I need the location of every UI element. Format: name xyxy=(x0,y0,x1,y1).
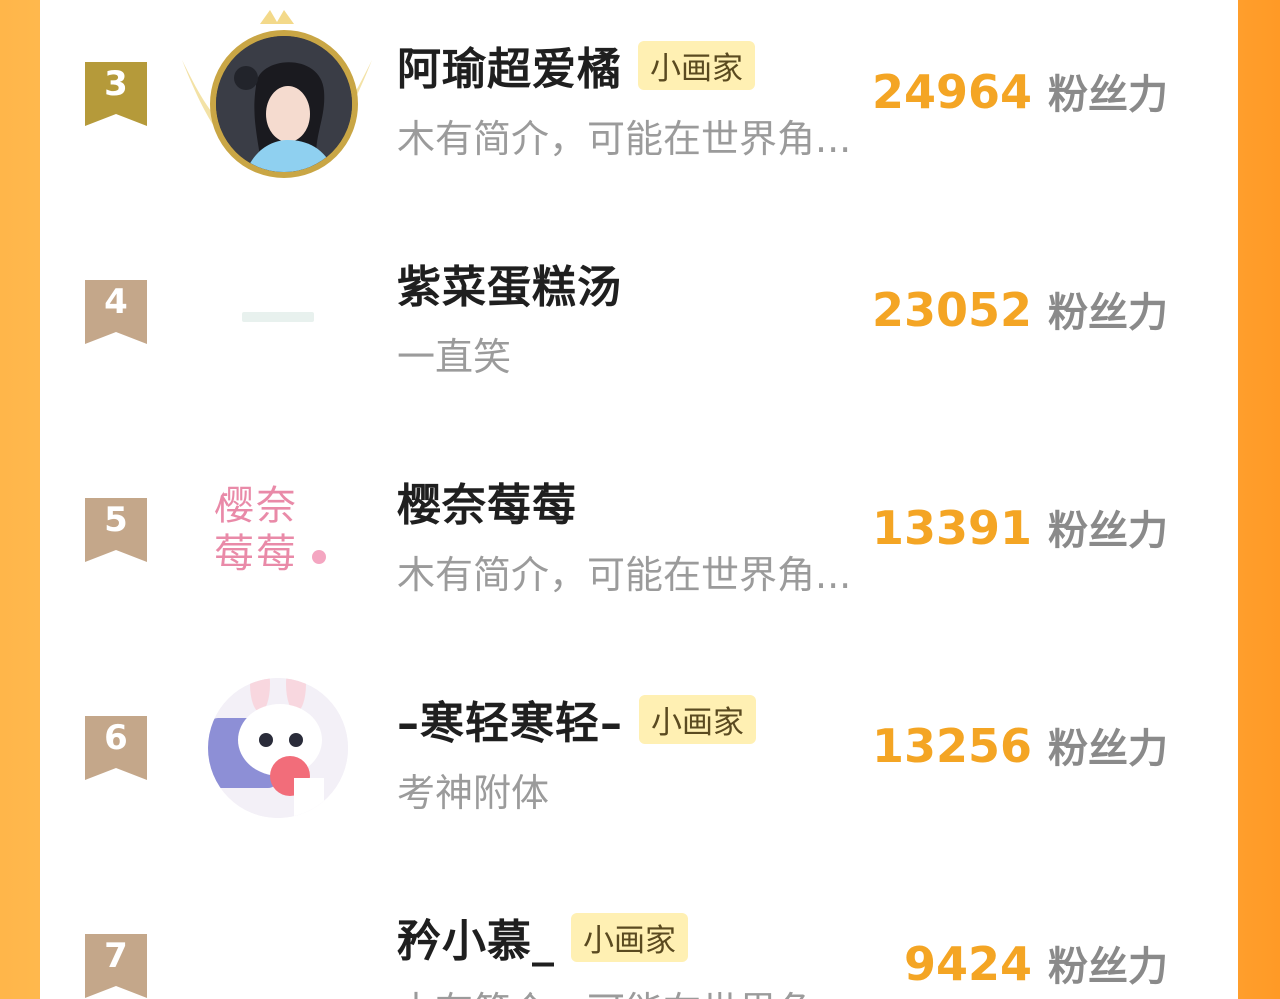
fan-count: 9424 xyxy=(903,937,1032,991)
ranking-row[interactable]: 4 紫菜蛋糕汤 一直笑 23052 粉丝力 xyxy=(40,208,1238,426)
user-bio: 考神附体 xyxy=(397,771,550,815)
user-info: 樱奈莓莓 木有简介，可能在世界角... xyxy=(397,468,917,599)
bunny-icon xyxy=(208,678,348,818)
rank-badge: 4 xyxy=(85,280,147,344)
rank-number: 6 xyxy=(104,718,128,758)
fan-count: 23052 xyxy=(871,283,1032,337)
user-info: 矜小慕_ 小画家 木有简介，可能在世界角... xyxy=(397,904,917,999)
fan-power: 13391 粉丝力 xyxy=(872,498,1168,556)
fan-unit: 粉丝力 xyxy=(1048,508,1168,554)
rank-number: 5 xyxy=(104,500,128,540)
avatar[interactable] xyxy=(208,678,348,818)
rank-number: 4 xyxy=(104,282,128,322)
painter-tag: 小画家 xyxy=(571,912,688,962)
avatar[interactable]: 樱奈 莓莓 xyxy=(208,466,348,606)
fan-unit: 粉丝力 xyxy=(1048,290,1168,336)
avatar[interactable] xyxy=(210,30,358,178)
fan-power: 13256 粉丝力 xyxy=(872,716,1168,774)
rank-badge: 6 xyxy=(85,716,147,780)
avatar[interactable] xyxy=(208,902,348,999)
ranking-row[interactable]: 7 矜小慕_ 小画家 木有简介，可能在世界角... 9424 粉丝力 xyxy=(40,862,1238,999)
user-name[interactable]: –寒轻寒轻– xyxy=(397,687,623,751)
user-bio: 木有简介，可能在世界角... xyxy=(397,117,852,161)
user-name[interactable]: 紫菜蛋糕汤 xyxy=(397,251,622,315)
user-bio: 一直笑 xyxy=(397,335,512,379)
avatar-calligraphy: 樱奈 莓莓 xyxy=(214,482,344,578)
fan-unit: 粉丝力 xyxy=(1048,944,1168,990)
user-bio: 木有简介，可能在世界角... xyxy=(397,980,897,999)
fan-power: 24964 粉丝力 xyxy=(872,62,1168,120)
fan-unit: 粉丝力 xyxy=(1048,72,1168,118)
avatar[interactable] xyxy=(208,248,348,388)
user-name[interactable]: 阿瑜超爱橘 xyxy=(397,33,622,97)
ranking-row[interactable]: 6 –寒轻寒轻– 小画家 考神附体 13256 粉丝力 xyxy=(40,644,1238,862)
fan-ranking-list: 3 阿瑜超爱橘 小画家 木有简介，可能在世界角... 24964 粉丝力 4 紫… xyxy=(40,0,1238,999)
user-name[interactable]: 矜小慕_ xyxy=(397,905,555,969)
ranking-row[interactable]: 3 阿瑜超爱橘 小画家 木有简介，可能在世界角... 24964 粉丝力 xyxy=(40,0,1238,208)
fan-count: 13256 xyxy=(871,719,1032,773)
user-info: 阿瑜超爱橘 小画家 木有简介，可能在世界角... xyxy=(397,32,917,163)
fan-power: 23052 粉丝力 xyxy=(872,280,1168,338)
painter-tag: 小画家 xyxy=(639,694,756,744)
rank-number: 3 xyxy=(104,64,128,104)
rank-badge: 5 xyxy=(85,498,147,562)
ranking-row[interactable]: 5 樱奈 莓莓 樱奈莓莓 木有简介，可能在世界角... 13391 粉丝力 xyxy=(40,426,1238,644)
avatar-text-line1: 樱奈 xyxy=(214,483,298,529)
fan-unit: 粉丝力 xyxy=(1048,726,1168,772)
fan-count: 24964 xyxy=(871,65,1032,119)
fan-count: 13391 xyxy=(871,501,1032,555)
painter-tag: 小画家 xyxy=(638,40,755,90)
strawberry-icon xyxy=(312,550,326,564)
avatar-text-image xyxy=(242,312,314,322)
user-name[interactable]: 樱奈莓莓 xyxy=(397,469,577,533)
user-bio: 木有简介，可能在世界角... xyxy=(397,553,852,597)
user-info: –寒轻寒轻– 小画家 考神附体 xyxy=(397,686,917,817)
fan-power: 9424 粉丝力 xyxy=(904,934,1168,992)
rank-badge: 7 xyxy=(85,934,147,998)
user-info: 紫菜蛋糕汤 一直笑 xyxy=(397,250,917,381)
rank-number: 7 xyxy=(104,936,128,976)
rank-badge: 3 xyxy=(85,62,147,126)
